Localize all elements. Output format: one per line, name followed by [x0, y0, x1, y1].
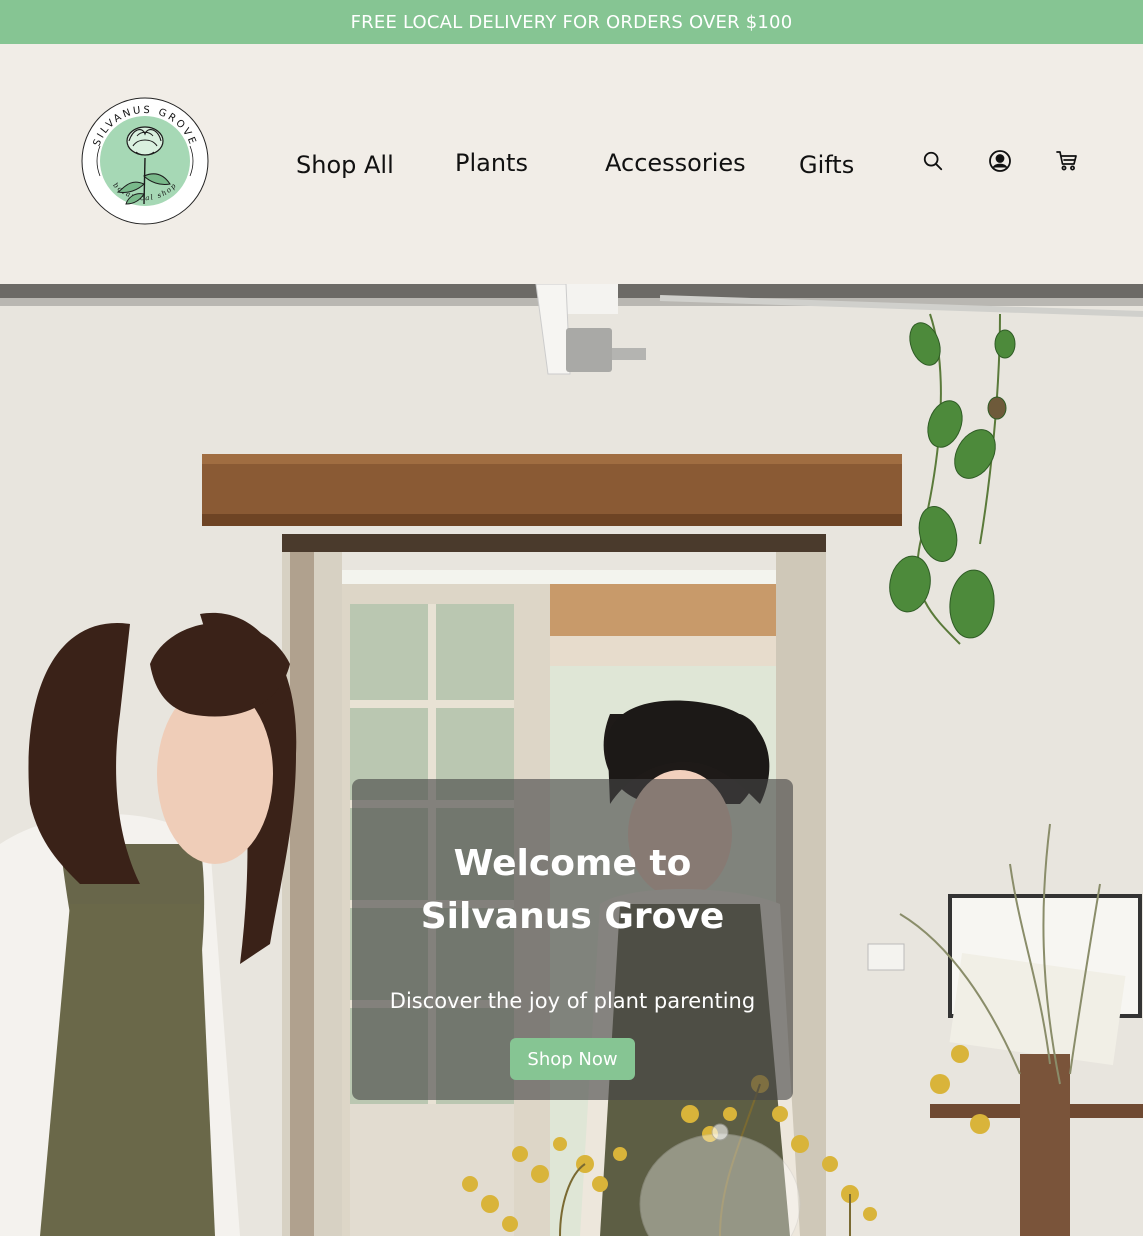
nav-gifts[interactable]: Gifts — [799, 151, 854, 179]
hero-subtitle: Discover the joy of plant parenting — [389, 989, 756, 1013]
nav-accessories[interactable]: Accessories — [605, 149, 746, 177]
nav-shop-all[interactable]: Shop All — [296, 151, 394, 179]
logo-emblem: SILVANUS GROVE botanical shop — [81, 97, 209, 225]
shop-now-button[interactable]: Shop Now — [510, 1038, 635, 1080]
hero-section: Welcome to Silvanus Grove Discover the j… — [0, 284, 1143, 1236]
search-icon[interactable] — [920, 148, 946, 174]
promo-bar: FREE LOCAL DELIVERY FOR ORDERS OVER $100 — [0, 0, 1143, 44]
cart-icon[interactable] — [1054, 148, 1080, 174]
logo[interactable]: SILVANUS GROVE botanical shop — [80, 96, 210, 226]
site-header: SILVANUS GROVE botanical shop Shop All P… — [0, 44, 1143, 284]
account-icon[interactable] — [987, 148, 1013, 174]
nav-plants[interactable]: Plants — [455, 149, 528, 177]
hero-card: Welcome to Silvanus Grove Discover the j… — [352, 779, 793, 1100]
hero-title: Welcome to Silvanus Grove — [420, 843, 725, 937]
promo-text: FREE LOCAL DELIVERY FOR ORDERS OVER $100 — [350, 11, 793, 33]
